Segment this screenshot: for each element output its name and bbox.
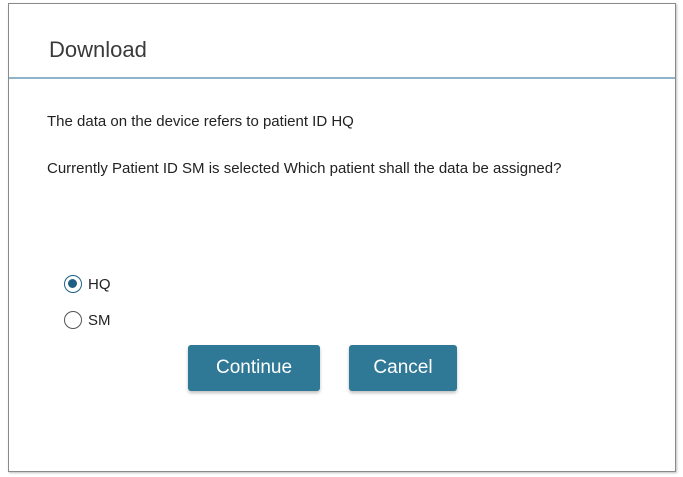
radio-option-hq[interactable]: HQ	[64, 275, 111, 293]
radio-option-sm[interactable]: SM	[64, 311, 111, 329]
dialog-header: Download	[9, 4, 675, 79]
continue-button[interactable]: Continue	[188, 345, 320, 391]
assignment-question: Currently Patient ID SM is selected Whic…	[47, 160, 562, 177]
download-dialog: Download The data on the device refers t…	[8, 3, 676, 472]
radio-label-hq: HQ	[88, 275, 111, 293]
radio-button-sm[interactable]	[64, 311, 82, 329]
device-patient-message: The data on the device refers to patient…	[47, 113, 354, 130]
dialog-title: Download	[49, 37, 147, 62]
radio-label-sm: SM	[88, 311, 111, 329]
radio-button-hq[interactable]	[64, 275, 82, 293]
cancel-button[interactable]: Cancel	[349, 345, 457, 391]
